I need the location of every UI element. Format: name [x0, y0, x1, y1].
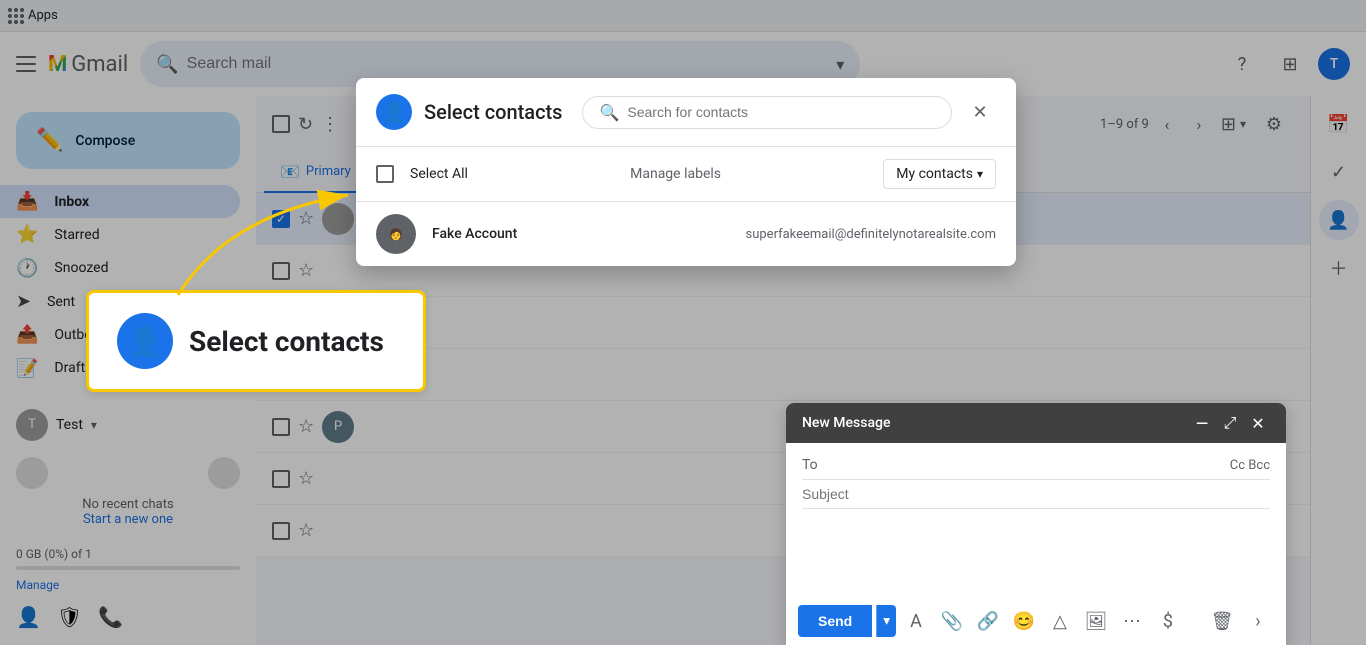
compose-header-icons: — ⤢ ✕ [1190, 411, 1270, 435]
dialog-search-bar[interactable]: 🔍 [582, 96, 952, 129]
compose-body: To Cc Bcc [786, 443, 1286, 597]
select-all-checkbox[interactable] [376, 165, 394, 183]
compose-to-input[interactable] [842, 457, 1222, 473]
delete-compose-icon[interactable]: 🗑 [1206, 605, 1238, 637]
compose-to-field[interactable]: To Cc Bcc [802, 451, 1270, 480]
manage-labels-link[interactable]: Manage labels [484, 166, 867, 182]
compose-actions-right: 🗑 › [1206, 605, 1274, 637]
contact-avatar-image: 🧑 [389, 228, 403, 241]
expand-button[interactable]: ⤢ [1218, 411, 1242, 435]
dialog-search-input[interactable] [627, 104, 935, 120]
more-compose-right-icon[interactable]: › [1242, 605, 1274, 637]
contact-email: superfakeemail@definitelynotarealsite.co… [746, 227, 997, 242]
my-contacts-label: My contacts [896, 166, 973, 182]
compose-header: New Message — ⤢ ✕ [786, 403, 1286, 443]
compose-header-title: New Message [802, 415, 890, 431]
emoji-icon[interactable]: 😊 [1008, 605, 1040, 637]
contact-list-item[interactable]: 🧑 Fake Account superfakeemail@definitely… [356, 202, 1016, 266]
send-button[interactable]: Send [798, 605, 872, 637]
dialog-close-button[interactable]: ✕ [964, 96, 996, 128]
format-icon[interactable]: A [900, 605, 932, 637]
my-contacts-dropdown[interactable]: My contacts ▾ [883, 159, 996, 189]
my-contacts-chevron: ▾ [977, 167, 983, 181]
compose-to-label: To [802, 457, 834, 473]
link-icon[interactable]: 🔗 [972, 605, 1004, 637]
callout-box: 👤 Select contacts [86, 290, 426, 392]
select-all-label: Select All [410, 166, 468, 182]
close-compose-button[interactable]: ✕ [1246, 411, 1270, 435]
compose-window: New Message — ⤢ ✕ To Cc Bcc Send ▾ A 📎 🔗… [786, 403, 1286, 645]
dialog-toolbar: Select All Manage labels My contacts ▾ [356, 147, 1016, 202]
select-contacts-dialog: 👤 Select contacts 🔍 ✕ Select All Manage … [356, 78, 1016, 266]
compose-subject-input[interactable] [802, 486, 1270, 502]
compose-subject-field[interactable] [802, 480, 1270, 509]
dialog-header: 👤 Select contacts 🔍 ✕ [356, 78, 1016, 147]
minimize-button[interactable]: — [1190, 411, 1214, 435]
contact-avatar: 🧑 [376, 214, 416, 254]
dialog-avatar: 👤 [376, 94, 412, 130]
send-dropdown-button[interactable]: ▾ [876, 605, 896, 637]
compose-cc-bcc-label[interactable]: Cc Bcc [1230, 458, 1270, 473]
callout-person-icon: 👤 [128, 325, 163, 358]
dialog-title: Select contacts [424, 100, 562, 124]
attach-icon[interactable]: 📎 [936, 605, 968, 637]
photo-icon[interactable]: 🖼 [1080, 605, 1112, 637]
compose-bottom-toolbar: Send ▾ A 📎 🔗 😊 △ 🖼 ⋯ $ 🗑 › [786, 597, 1286, 645]
callout-avatar-icon: 👤 [117, 313, 173, 369]
callout-text: Select contacts [189, 325, 384, 358]
dialog-avatar-icon: 👤 [382, 100, 407, 124]
dialog-search-icon: 🔍 [599, 103, 619, 122]
dollar-icon[interactable]: $ [1152, 605, 1184, 637]
contact-name: Fake Account [432, 226, 517, 242]
more-compose-icon[interactable]: ⋯ [1116, 605, 1148, 637]
compose-body-area[interactable] [802, 509, 1270, 589]
drive-icon[interactable]: △ [1044, 605, 1076, 637]
